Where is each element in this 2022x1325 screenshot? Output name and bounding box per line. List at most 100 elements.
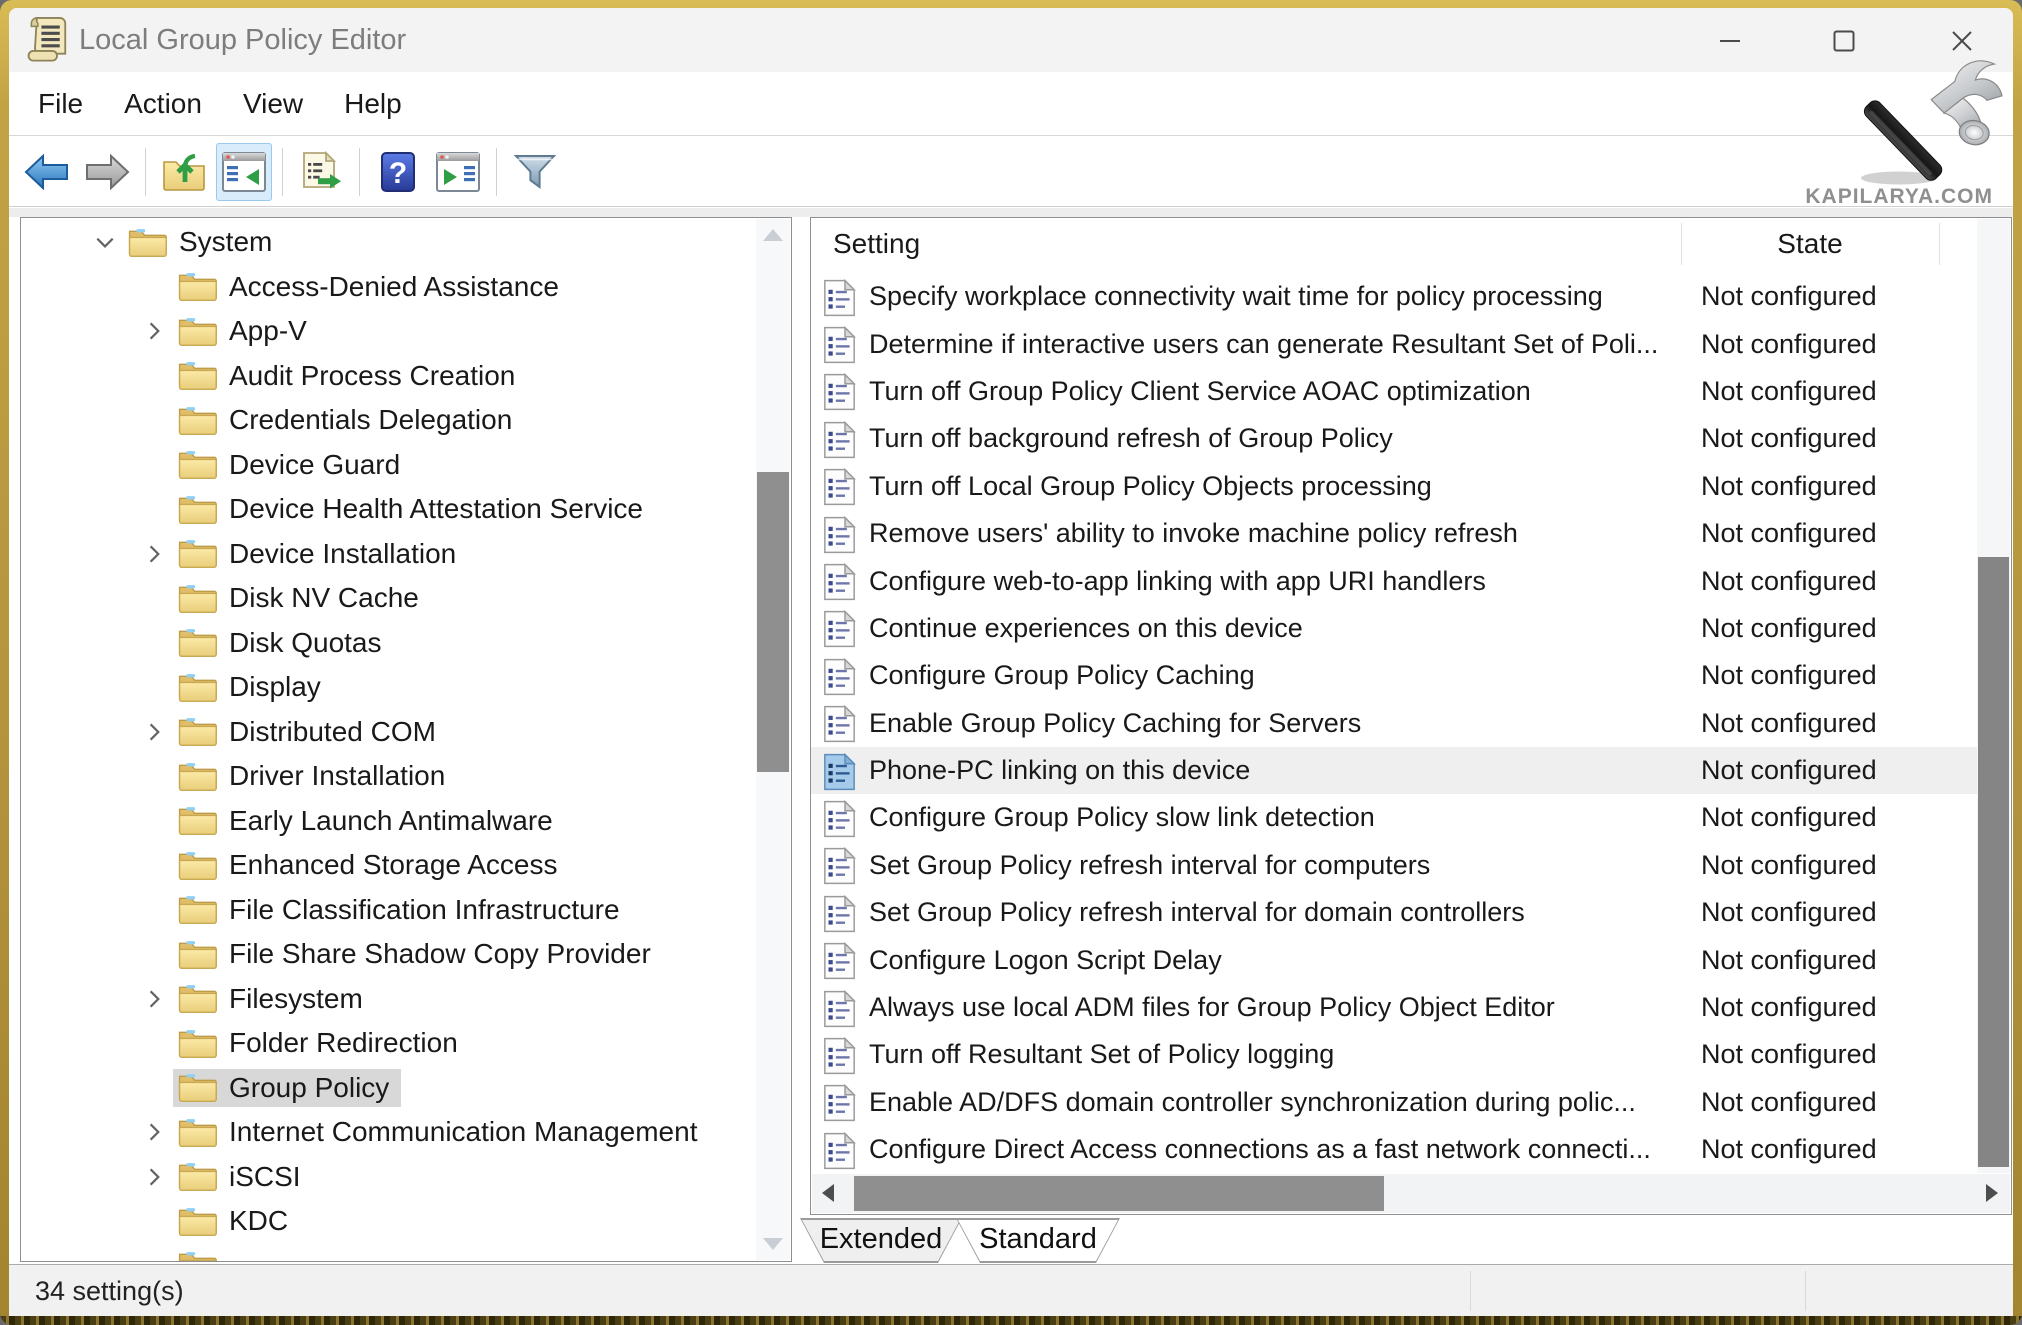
tree-item[interactable]: Internet Communication Management xyxy=(21,1110,755,1155)
filter-icon[interactable] xyxy=(507,143,563,201)
setting-row[interactable]: Set Group Policy refresh interval for co… xyxy=(811,842,1977,889)
list-vscrollbar-thumb[interactable] xyxy=(1978,557,2009,1167)
chevron-icon[interactable] xyxy=(137,316,173,346)
setting-row[interactable]: Remove users' ability to invoke machine … xyxy=(811,510,1977,557)
column-divider[interactable] xyxy=(1939,223,1940,265)
column-header-setting[interactable]: Setting xyxy=(833,218,920,270)
menu-file[interactable]: File xyxy=(38,88,83,120)
setting-name: Configure Logon Script Delay xyxy=(869,945,1222,976)
setting-row[interactable]: Turn off Resultant Set of Policy logging… xyxy=(811,1031,1977,1078)
tree-item[interactable]: System xyxy=(21,220,755,265)
tab-standard[interactable]: Standard xyxy=(956,1218,1120,1263)
tree-item[interactable]: iSCSI xyxy=(21,1155,755,1200)
tree-item[interactable]: Group Policy xyxy=(21,1066,755,1111)
setting-row[interactable]: Set Group Policy refresh interval for do… xyxy=(811,889,1977,936)
chevron-icon[interactable] xyxy=(137,717,173,747)
chevron-icon[interactable] xyxy=(137,1162,173,1192)
chevron-icon xyxy=(137,672,173,702)
list-vertical-scrollbar[interactable] xyxy=(1977,219,2010,1173)
tree-item[interactable]: Disk Quotas xyxy=(21,621,755,666)
maximize-icon[interactable] xyxy=(1815,20,1873,62)
tree-item[interactable]: Device Installation xyxy=(21,532,755,577)
help-icon[interactable]: ? xyxy=(370,143,426,201)
tree-item-label: File Share Shadow Copy Provider xyxy=(229,938,651,970)
menu-help[interactable]: Help xyxy=(344,88,402,120)
setting-name: Continue experiences on this device xyxy=(869,613,1303,644)
setting-row[interactable]: Configure Group Policy Caching Not confi… xyxy=(811,652,1977,699)
policy-setting-icon xyxy=(823,372,856,412)
menu-bar: File Action View Help xyxy=(9,72,2013,136)
forward-arrow-icon[interactable] xyxy=(79,143,135,201)
scroll-left-icon[interactable] xyxy=(822,1184,834,1202)
setting-row[interactable]: Configure web-to-app linking with app UR… xyxy=(811,557,1977,604)
setting-row[interactable]: Enable Group Policy Caching for Servers … xyxy=(811,700,1977,747)
folder-icon xyxy=(177,315,217,347)
tree-item[interactable]: Display xyxy=(21,665,755,710)
chevron-icon[interactable] xyxy=(137,984,173,1014)
tree-item[interactable]: Folder Redirection xyxy=(21,1021,755,1066)
policy-setting-icon xyxy=(823,846,856,886)
setting-row[interactable]: Turn off Local Group Policy Objects proc… xyxy=(811,463,1977,510)
status-bar: 34 setting(s) xyxy=(9,1265,2013,1317)
setting-row[interactable]: Configure Logon Script Delay Not configu… xyxy=(811,936,1977,983)
tree-scrollbar-thumb[interactable] xyxy=(757,472,789,772)
up-one-level-icon[interactable] xyxy=(156,143,212,201)
chevron-icon[interactable] xyxy=(137,539,173,569)
setting-row[interactable]: Phone-PC linking on this device Not conf… xyxy=(811,747,1977,794)
setting-row[interactable]: Turn off Group Policy Client Service AOA… xyxy=(811,368,1977,415)
tree-item-label: File Classification Infrastructure xyxy=(229,894,620,926)
tree-scrollbar[interactable] xyxy=(756,219,790,1260)
tree-item[interactable]: File Share Shadow Copy Provider xyxy=(21,932,755,977)
tree-item-label: Disk NV Cache xyxy=(229,582,419,614)
export-list-icon[interactable] xyxy=(293,143,349,201)
tree-item[interactable]: Disk NV Cache xyxy=(21,576,755,621)
scroll-up-icon[interactable] xyxy=(763,229,783,241)
tree-item[interactable] xyxy=(21,1244,755,1263)
setting-row[interactable]: Turn off background refresh of Group Pol… xyxy=(811,415,1977,462)
column-header-state[interactable]: State xyxy=(1681,218,1939,270)
minimize-icon[interactable] xyxy=(1701,20,1759,62)
tree-item[interactable]: Credentials Delegation xyxy=(21,398,755,443)
tree-item[interactable]: Enhanced Storage Access xyxy=(21,843,755,888)
tree-item[interactable]: Driver Installation xyxy=(21,754,755,799)
title-bar[interactable]: Local Group Policy Editor xyxy=(9,8,2013,72)
menu-action[interactable]: Action xyxy=(124,88,202,120)
scroll-down-icon[interactable] xyxy=(763,1238,783,1250)
tree-item[interactable]: Distributed COM xyxy=(21,710,755,755)
chevron-icon[interactable] xyxy=(87,227,123,257)
column-divider[interactable] xyxy=(1681,223,1682,265)
setting-row[interactable]: Always use local ADM files for Group Pol… xyxy=(811,984,1977,1031)
setting-name: Turn off Local Group Policy Objects proc… xyxy=(869,471,1432,502)
toolbar-separator xyxy=(282,148,283,196)
setting-name: Enable AD/DFS domain controller synchron… xyxy=(869,1087,1636,1118)
menu-view[interactable]: View xyxy=(243,88,303,120)
tree-item[interactable]: Early Launch Antimalware xyxy=(21,799,755,844)
tree-item[interactable]: Device Health Attestation Service xyxy=(21,487,755,532)
chevron-icon xyxy=(137,1073,173,1103)
tab-extended[interactable]: Extended xyxy=(800,1218,962,1263)
tree-item[interactable]: Filesystem xyxy=(21,977,755,1022)
setting-row[interactable]: Configure Group Policy slow link detecti… xyxy=(811,794,1977,841)
tree-item[interactable]: KDC xyxy=(21,1199,755,1244)
tree-item[interactable]: Audit Process Creation xyxy=(21,354,755,399)
status-separator xyxy=(1805,1271,1806,1311)
setting-row[interactable]: Continue experiences on this device Not … xyxy=(811,605,1977,652)
scroll-right-icon[interactable] xyxy=(1986,1184,1998,1202)
close-icon[interactable] xyxy=(1933,20,1991,62)
setting-row[interactable]: Specify workplace connectivity wait time… xyxy=(811,273,1977,320)
chevron-icon[interactable] xyxy=(137,1117,173,1147)
window-title: Local Group Policy Editor xyxy=(79,8,406,72)
setting-row[interactable]: Determine if interactive users can gener… xyxy=(811,320,1977,367)
tree-item[interactable]: Access-Denied Assistance xyxy=(21,265,755,310)
list-hscrollbar-thumb[interactable] xyxy=(854,1176,1384,1211)
tree-item[interactable]: App-V xyxy=(21,309,755,354)
list-horizontal-scrollbar[interactable] xyxy=(812,1174,2010,1213)
show-console-tree-icon[interactable] xyxy=(216,143,272,201)
setting-row[interactable]: Configure Direct Access connections as a… xyxy=(811,1126,1977,1173)
folder-icon xyxy=(177,894,217,926)
back-arrow-icon[interactable] xyxy=(19,143,75,201)
tree-item[interactable]: File Classification Infrastructure xyxy=(21,888,755,933)
setting-row[interactable]: Enable AD/DFS domain controller synchron… xyxy=(811,1079,1977,1126)
tree-item[interactable]: Device Guard xyxy=(21,443,755,488)
show-action-pane-icon[interactable] xyxy=(430,143,486,201)
